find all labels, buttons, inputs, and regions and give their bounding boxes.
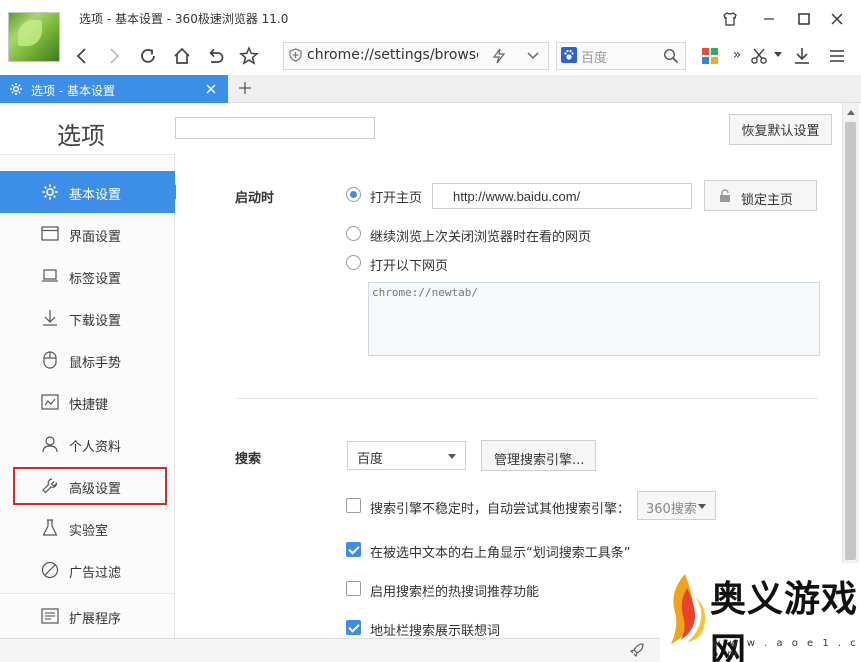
block-icon bbox=[40, 560, 60, 580]
startup-option-homepage-radio[interactable] bbox=[346, 187, 361, 202]
tab-close-icon[interactable] bbox=[204, 82, 218, 96]
gear-icon bbox=[40, 182, 60, 202]
sidebar-item-label: 个人资料 bbox=[69, 440, 122, 455]
sidebar-item-label: 标签设置 bbox=[69, 272, 122, 287]
address-suggest-label: 地址栏搜索展示联想词 bbox=[370, 624, 501, 639]
sidebar-item-profile[interactable]: 个人资料 bbox=[0, 423, 175, 465]
startup-pages-text: chrome://newtab/ bbox=[372, 286, 478, 299]
lock-icon bbox=[718, 188, 732, 204]
sidebar-item-label: 快捷键 bbox=[69, 398, 109, 413]
sidebar-item-label: 界面设置 bbox=[69, 230, 122, 245]
menu-icon[interactable] bbox=[826, 45, 848, 67]
startup-option-pages-label: 打开以下网页 bbox=[370, 259, 449, 274]
search-fallback-checkbox[interactable] bbox=[346, 498, 361, 513]
sidebar-item-download[interactable]: 下载设置 bbox=[0, 297, 175, 339]
search-fallback-label: 搜索引擎不稳定时，自动尝试其他搜索引擎： bbox=[370, 502, 631, 517]
manage-search-engines-button[interactable]: 管理搜索引擎... bbox=[481, 440, 596, 471]
window-title: 选项 - 基本设置 - 360极速浏览器 11.0 bbox=[79, 12, 289, 26]
sidebar-divider bbox=[0, 593, 175, 594]
sidebar-item-interface[interactable]: 界面设置 bbox=[0, 213, 175, 255]
download-icon[interactable] bbox=[791, 45, 813, 67]
new-tab-icon[interactable] bbox=[234, 76, 256, 100]
gear-icon bbox=[9, 82, 23, 96]
flask-icon bbox=[40, 518, 60, 538]
download-icon bbox=[40, 308, 60, 328]
tab-icon bbox=[40, 266, 60, 286]
fallback-engine-value: 360搜索 bbox=[646, 502, 697, 517]
refresh-icon[interactable] bbox=[133, 41, 163, 71]
watermark-logo bbox=[665, 570, 707, 650]
apps-icon[interactable] bbox=[701, 47, 719, 65]
startup-option-pages-radio[interactable] bbox=[346, 255, 361, 270]
section-divider bbox=[235, 398, 818, 399]
browser-logo bbox=[8, 12, 60, 62]
sidebar-item-mouse[interactable]: 鼠标手势 bbox=[0, 339, 175, 381]
sidebar-item-basic[interactable]: 基本设置 bbox=[0, 171, 182, 213]
paw-icon bbox=[561, 47, 577, 63]
scroll-up-icon[interactable] bbox=[845, 106, 856, 118]
sidebar-item-extensions[interactable]: 扩展程序 bbox=[0, 595, 175, 637]
startup-option-continue-radio[interactable] bbox=[346, 226, 361, 241]
highlight-box bbox=[13, 467, 167, 505]
sidebar-item-label: 下载设置 bbox=[69, 314, 122, 329]
startup-section-label: 启动时 bbox=[235, 191, 275, 206]
hot-search-label: 启用搜索栏的热搜词推荐功能 bbox=[370, 585, 540, 600]
star-icon[interactable] bbox=[234, 41, 264, 71]
watermark-url: w w w . a o e 1 . c o m bbox=[712, 638, 859, 660]
startup-option-continue-label: 继续浏览上次关闭浏览器时在看的网页 bbox=[370, 230, 592, 245]
sidebar-item-label: 扩展程序 bbox=[69, 612, 122, 627]
sidebar-item-label: 实验室 bbox=[69, 524, 109, 539]
sidebar-item-shortcuts[interactable]: 快捷键 bbox=[0, 381, 175, 423]
page-title: 选项 bbox=[57, 122, 105, 150]
chevron-down-icon[interactable] bbox=[524, 47, 542, 65]
lock-homepage-label: 锁定主页 bbox=[741, 193, 794, 208]
scrollbar-thumb[interactable] bbox=[845, 122, 856, 560]
maximize-button[interactable] bbox=[790, 5, 818, 33]
sidebar-item-label: 广告过滤 bbox=[69, 566, 122, 581]
window-icon bbox=[40, 224, 60, 244]
keyboard-icon bbox=[40, 392, 60, 412]
search-section-label: 搜索 bbox=[235, 452, 262, 467]
sidebar-item-adblock[interactable]: 广告过滤 bbox=[0, 549, 175, 591]
scissors-icon[interactable] bbox=[748, 45, 770, 67]
sidebar-item-label: 鼠标手势 bbox=[69, 356, 122, 371]
sidebar-item-label: 基本设置 bbox=[69, 188, 122, 203]
skin-icon[interactable] bbox=[716, 5, 744, 33]
back-icon[interactable] bbox=[67, 41, 97, 71]
search-engine-value: 百度 bbox=[357, 452, 384, 467]
word-search-toolbar-checkbox[interactable] bbox=[346, 542, 361, 557]
sidebar-item-tabs[interactable]: 标签设置 bbox=[0, 255, 175, 297]
manage-search-engines-label: 管理搜索引擎... bbox=[494, 453, 585, 468]
homepage-url-input[interactable] bbox=[432, 183, 692, 209]
scissors-dropdown-icon[interactable] bbox=[773, 50, 783, 60]
rocket-icon[interactable] bbox=[628, 642, 646, 658]
forward-icon[interactable] bbox=[99, 41, 129, 71]
mouse-icon bbox=[40, 350, 60, 370]
home-icon[interactable] bbox=[167, 41, 197, 71]
search-icon[interactable] bbox=[662, 47, 680, 65]
close-button[interactable] bbox=[823, 5, 851, 33]
minimize-button[interactable] bbox=[755, 5, 783, 33]
startup-option-homepage-label: 打开主页 bbox=[370, 191, 423, 206]
tab-title: 选项 - 基本设置 bbox=[31, 84, 115, 98]
shield-icon bbox=[288, 48, 302, 62]
search-engine-select[interactable]: 百度 bbox=[347, 441, 466, 470]
startup-pages-textarea[interactable]: chrome://newtab/ bbox=[368, 282, 820, 356]
address-suggest-checkbox[interactable] bbox=[346, 620, 361, 635]
lock-homepage-button[interactable]: 锁定主页 bbox=[704, 180, 817, 211]
address-text[interactable]: chrome://settings/browser bbox=[307, 47, 478, 63]
hot-search-checkbox[interactable] bbox=[346, 581, 361, 596]
word-search-toolbar-label: 在被选中文本的右上角显示“划词搜索工具条” bbox=[370, 546, 631, 561]
search-engine-placeholder: 百度 bbox=[581, 51, 608, 66]
undo-icon[interactable] bbox=[200, 41, 230, 71]
fallback-engine-select[interactable]: 360搜索 bbox=[637, 491, 716, 520]
person-icon bbox=[40, 434, 60, 454]
sidebar-item-lab[interactable]: 实验室 bbox=[0, 507, 175, 549]
lightning-icon[interactable] bbox=[490, 47, 508, 65]
more-icon[interactable]: » bbox=[730, 46, 744, 64]
browser-window: 选项 - 基本设置 - 360极速浏览器 11.0 chrome://setti… bbox=[0, 0, 861, 662]
reset-defaults-button[interactable]: 恢复默认设置 bbox=[729, 114, 832, 145]
settings-search-input[interactable] bbox=[175, 117, 375, 139]
extension-icon bbox=[40, 606, 60, 626]
